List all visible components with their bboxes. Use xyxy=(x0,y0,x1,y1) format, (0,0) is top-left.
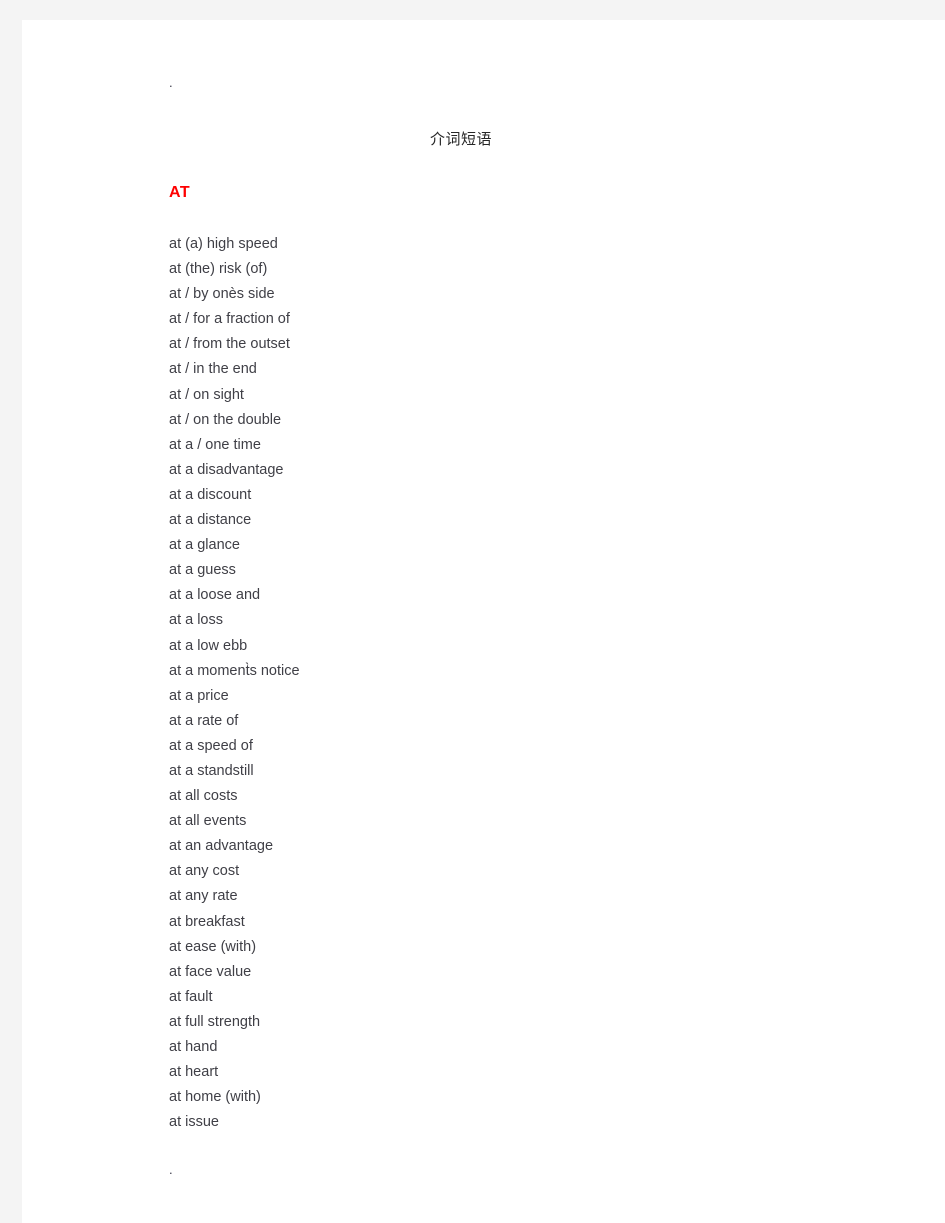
list-item: at / from the outset xyxy=(169,336,290,353)
list-item: at a disadvantage xyxy=(169,461,284,478)
list-item: at / for a fraction of xyxy=(169,311,290,328)
list-item: at (a) high speed xyxy=(169,236,278,252)
list-item: at / in the end xyxy=(169,361,257,378)
list-item: at a distance xyxy=(169,512,252,529)
list-item: at a rate of xyxy=(169,712,239,729)
list-item: at a speed of xyxy=(169,737,253,754)
list-item: at a guess xyxy=(169,562,236,579)
document-page: . 介词短语 AT at (a) high speed at (the) ris… xyxy=(22,20,945,1223)
list-item: at a price xyxy=(169,687,229,704)
document-content: . 介词短语 AT at (a) high speed at (the) ris… xyxy=(146,75,906,1178)
prepositional-phrase-list: at (a) high speed at (the) risk (of) at … xyxy=(169,232,906,1135)
list-item: at home (with) xyxy=(169,1089,261,1106)
list-item: at full strength xyxy=(169,1013,261,1030)
list-item: at any cost xyxy=(169,863,240,880)
list-item: at a low ebb xyxy=(169,637,248,654)
list-item: at a moment̀s notice xyxy=(169,662,300,679)
list-item: at breakfast xyxy=(169,913,245,930)
bottom-dot-marker: . xyxy=(169,1162,173,1178)
list-item: at / on sight xyxy=(169,386,244,403)
list-item: at issue xyxy=(169,1114,219,1131)
list-item: at / by onès side xyxy=(169,286,275,303)
page-title: 介词短语 xyxy=(429,131,492,148)
list-item: at any rate xyxy=(169,888,238,905)
list-item: at ease (with) xyxy=(169,938,257,955)
list-item: at a standstill xyxy=(169,762,254,779)
list-item: at a glance xyxy=(169,537,240,554)
list-item: at all events xyxy=(169,813,247,830)
list-item: at (the) risk (of) xyxy=(169,261,268,278)
top-dot-marker: . xyxy=(169,75,173,90)
list-item: at fault xyxy=(169,988,213,1005)
list-item: at an advantage xyxy=(169,838,274,855)
list-item: at a discount xyxy=(169,486,252,503)
list-item: at a loss xyxy=(169,612,223,629)
section-heading-at: AT xyxy=(169,184,191,201)
list-item: at face value xyxy=(169,963,252,980)
list-item: at a loose and xyxy=(169,587,261,604)
list-item: at hand xyxy=(169,1039,218,1055)
list-item: at a / one time xyxy=(169,436,261,453)
list-item: at all costs xyxy=(169,788,238,805)
list-item: at / on the double xyxy=(169,411,282,428)
list-item: at heart xyxy=(169,1064,219,1081)
